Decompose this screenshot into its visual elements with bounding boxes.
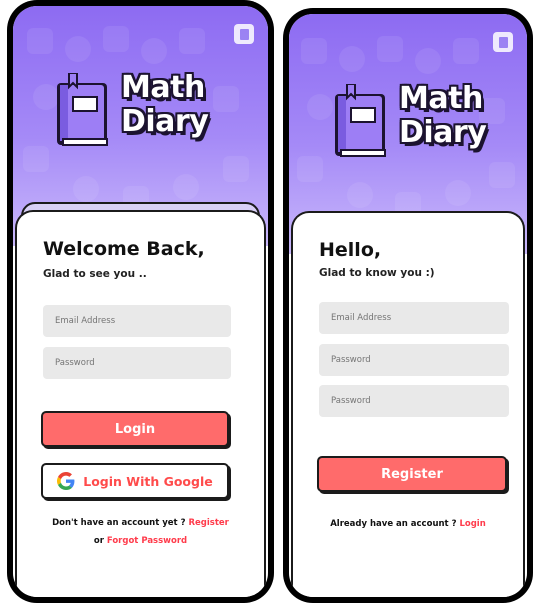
or-text: or	[93, 536, 104, 546]
have-account-text: Already have an account ?	[330, 519, 457, 529]
password-field[interactable]	[319, 344, 509, 376]
login-screen: Math Diary Welcome Back, Glad to see you…	[13, 6, 268, 597]
confirm-password-field[interactable]	[319, 385, 509, 417]
email-field[interactable]	[319, 302, 509, 334]
logo-line-1: Math	[121, 70, 205, 105]
register-prompt: Don't have an account yet ? Register	[17, 518, 264, 528]
login-prompt: Already have an account ? Login	[293, 519, 523, 529]
forgot-prompt: or Forgot Password	[17, 536, 264, 546]
login-card: Welcome Back, Glad to see you .. Login L…	[15, 210, 266, 597]
google-icon	[57, 472, 75, 490]
book-icon	[57, 73, 108, 146]
logo-text: Math Diary	[121, 70, 209, 139]
login-phone: Math Diary Welcome Back, Glad to see you…	[7, 0, 274, 603]
register-subtitle: Glad to know you :)	[319, 267, 435, 279]
login-subtitle: Glad to see you ..	[43, 268, 147, 280]
login-button[interactable]: Login	[41, 411, 229, 447]
app-logo: Math Diary	[331, 72, 511, 182]
email-field[interactable]	[43, 305, 231, 337]
register-screen: Math Diary Hello, Glad to know you :) Re…	[289, 14, 527, 597]
logo-text: Math Diary	[399, 81, 487, 150]
password-field[interactable]	[43, 347, 231, 379]
theme-toggle-button[interactable]	[234, 24, 254, 44]
google-login-button[interactable]: Login With Google	[41, 463, 229, 499]
logo-line-2: Diary	[121, 104, 209, 139]
register-title: Hello,	[319, 239, 382, 261]
forgot-password-link[interactable]: Forgot Password	[107, 536, 187, 546]
register-phone: Math Diary Hello, Glad to know you :) Re…	[283, 8, 533, 603]
login-title: Welcome Back,	[43, 238, 205, 260]
register-link[interactable]: Register	[188, 518, 228, 528]
logo-line-2: Diary	[399, 115, 487, 150]
google-button-label: Login With Google	[83, 473, 213, 489]
logo-line-1: Math	[399, 81, 483, 116]
book-icon	[335, 84, 386, 157]
theme-toggle-button[interactable]	[493, 32, 513, 52]
login-link[interactable]: Login	[459, 519, 485, 529]
register-button[interactable]: Register	[317, 456, 507, 492]
app-logo: Math Diary	[53, 61, 233, 171]
no-account-text: Don't have an account yet ?	[52, 518, 186, 528]
register-card: Hello, Glad to know you :) Register Alre…	[291, 211, 525, 597]
